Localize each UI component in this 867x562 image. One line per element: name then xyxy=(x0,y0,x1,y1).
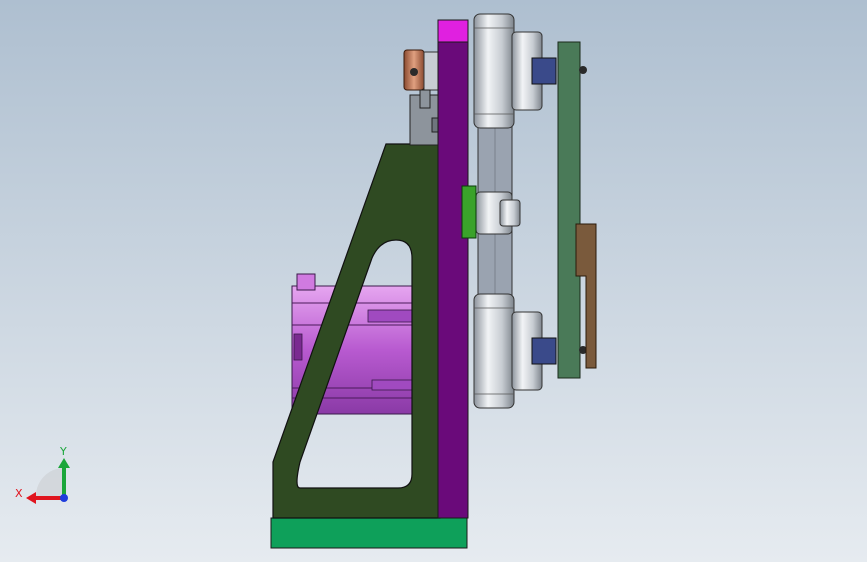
idler-pulley[interactable] xyxy=(461,185,521,239)
top-pulley[interactable] xyxy=(473,13,557,129)
model-assembly[interactable]: Y X xyxy=(0,0,867,562)
vertical-plate-top xyxy=(437,19,469,43)
set-screw-icon xyxy=(410,68,418,76)
x-axis-label: X xyxy=(15,487,23,500)
side-link-green[interactable] xyxy=(557,41,581,379)
base-plate[interactable] xyxy=(270,517,468,549)
upper-clamp[interactable] xyxy=(403,49,441,146)
cad-viewport[interactable]: Y X xyxy=(0,0,867,562)
bottom-nut xyxy=(531,337,557,365)
top-nut xyxy=(531,57,557,85)
green-bolt xyxy=(461,185,477,239)
coordinate-triad: Y X xyxy=(15,445,70,504)
vertical-plate[interactable] xyxy=(437,39,469,519)
bottom-pulley[interactable] xyxy=(473,293,557,409)
y-axis-label: Y xyxy=(59,445,67,458)
motor-cap xyxy=(296,273,316,291)
link-pin-top-icon xyxy=(579,66,587,74)
z-axis-icon xyxy=(60,494,68,502)
